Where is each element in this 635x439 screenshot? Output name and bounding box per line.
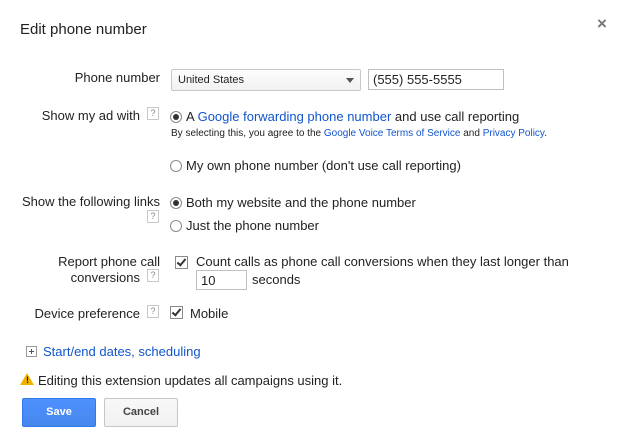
seconds-unit-label: seconds xyxy=(252,272,301,287)
show-links-label: Show the following links xyxy=(21,194,160,209)
device-preference-label: Device preference xyxy=(34,306,141,321)
mobile-checkbox[interactable] xyxy=(170,306,183,319)
warning-text: Editing this extension updates all campa… xyxy=(38,373,343,388)
seconds-input[interactable] xyxy=(196,270,247,290)
own-number-option-label: My own phone number (don't use call repo… xyxy=(186,158,461,173)
phone-number-label: Phone number xyxy=(74,70,160,85)
voice-tos-link[interactable]: Google Voice Terms of Service xyxy=(324,128,461,139)
checkmark-icon xyxy=(171,306,182,317)
google-forwarding-suffix: and use call reporting xyxy=(394,109,520,124)
cancel-button[interactable]: Cancel xyxy=(104,398,178,427)
radio-phone-only[interactable] xyxy=(170,220,182,232)
show-ad-label: Show my ad with xyxy=(41,108,140,123)
country-select[interactable]: United States xyxy=(171,69,361,91)
report-conversions-label-line2: conversions xyxy=(70,270,140,285)
phone-number-input[interactable] xyxy=(368,69,504,90)
device-preference-help-icon[interactable]: ? xyxy=(147,305,159,318)
radio-own-number[interactable] xyxy=(170,160,182,172)
mobile-label: Mobile xyxy=(190,306,229,321)
report-conversions-label-line1: Report phone call xyxy=(58,254,160,269)
privacy-policy-link[interactable]: Privacy Policy xyxy=(483,128,545,139)
show-links-help-icon[interactable]: ? xyxy=(147,210,159,223)
chevron-down-icon xyxy=(346,78,354,83)
country-select-value: United States xyxy=(178,74,245,86)
report-conversions-help-icon[interactable]: ? xyxy=(147,269,159,282)
google-forwarding-option: A Google forwarding phone number and use… xyxy=(186,109,519,124)
radio-website-and-phone[interactable] xyxy=(170,197,182,209)
dialog-title: Edit phone number xyxy=(20,21,147,38)
terms-prefix: By selecting this, you agree to the xyxy=(171,128,322,139)
google-forwarding-link[interactable]: Google forwarding phone number xyxy=(198,109,392,124)
checkmark-icon xyxy=(176,256,187,267)
expand-plus-icon[interactable] xyxy=(26,346,37,357)
warning-icon-mark: ! xyxy=(26,375,29,385)
website-and-phone-label: Both my website and the phone number xyxy=(186,195,416,210)
close-icon[interactable]: × xyxy=(597,15,607,33)
google-forwarding-prefix: A xyxy=(186,109,194,124)
radio-google-forwarding[interactable] xyxy=(170,111,182,123)
save-button[interactable]: Save xyxy=(22,398,96,427)
terms-and: and xyxy=(463,128,480,139)
count-calls-checkbox[interactable] xyxy=(175,256,188,269)
phone-only-label: Just the phone number xyxy=(186,218,319,233)
count-calls-label: Count calls as phone call conversions wh… xyxy=(196,254,569,269)
show-ad-help-icon[interactable]: ? xyxy=(147,107,159,120)
terms-agreement: By selecting this, you agree to the Goog… xyxy=(171,128,547,139)
scheduling-link[interactable]: Start/end dates, scheduling xyxy=(43,344,201,359)
terms-end: . xyxy=(544,128,547,139)
